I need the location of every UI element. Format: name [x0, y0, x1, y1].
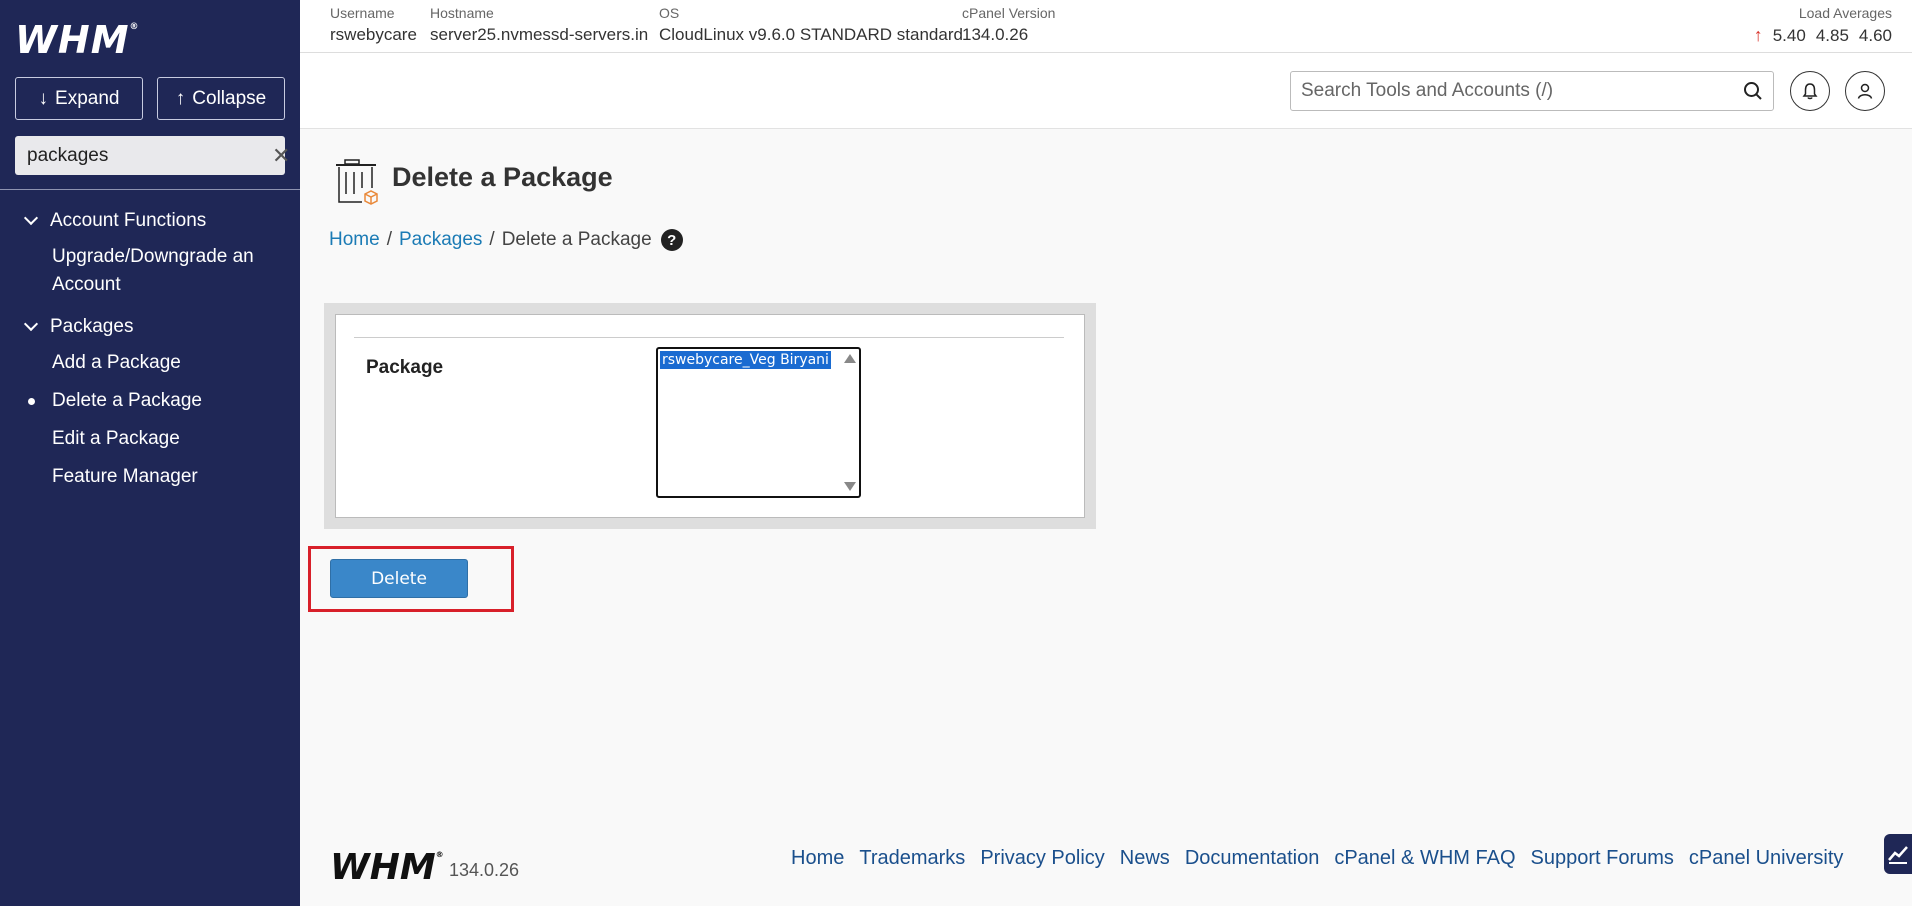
tools-search	[1290, 71, 1774, 111]
user-menu-button[interactable]	[1845, 71, 1885, 111]
logo-text: WHM	[15, 18, 130, 62]
hostname-info: Hostname server25.nvmessd-servers.in	[430, 5, 648, 45]
footer-link-privacy-policy[interactable]: Privacy Policy	[980, 847, 1104, 870]
footer-whm-logo: WHM®	[330, 847, 444, 888]
footer-link-faq[interactable]: cPanel & WHM FAQ	[1334, 847, 1515, 870]
sidebar-item-delete-package[interactable]: Delete a Package	[0, 382, 300, 420]
sidebar: WHM® ↓ Expand ↑ Collapse ✕ Account Funct…	[0, 0, 300, 906]
collapse-label: Collapse	[192, 87, 267, 109]
form-divider	[354, 337, 1064, 338]
whm-logo[interactable]: WHM®	[15, 18, 140, 62]
breadcrumb-home-link[interactable]: Home	[329, 229, 380, 251]
footer-link-support-forums[interactable]: Support Forums	[1531, 847, 1674, 870]
cpanel-version-label: cPanel Version	[962, 5, 1056, 21]
sidebar-item-feature-manager[interactable]: Feature Manager	[0, 458, 300, 496]
username-label: Username	[330, 5, 395, 21]
breadcrumb-current: Delete a Package	[501, 229, 652, 250]
delete-button[interactable]: Delete	[330, 559, 468, 598]
user-icon	[1857, 83, 1873, 99]
nav-group-label: Packages	[50, 316, 134, 337]
os-value: CloudLinux v9.6.0 STANDARD standard	[659, 25, 963, 44]
load-averages-info: Load Averages ↑ 5.40 4.85 4.60	[1754, 5, 1892, 46]
nav-group-packages[interactable]: Packages	[0, 310, 300, 344]
clear-icon[interactable]: ✕	[272, 143, 290, 169]
chevron-down-icon	[23, 210, 39, 226]
server-info-bar: Username rswebycare Hostname server25.nv…	[300, 0, 1912, 53]
sidebar-nav: Account Functions Upgrade/Downgrade an A…	[0, 198, 300, 496]
breadcrumb-separator: /	[489, 229, 495, 250]
trend-chart-icon	[1888, 846, 1908, 864]
sidebar-item-upgrade-downgrade[interactable]: Upgrade/Downgrade an Account	[0, 238, 300, 304]
package-select[interactable]: rswebycare_Veg Biryani	[656, 347, 861, 498]
hostname-label: Hostname	[430, 5, 494, 21]
breadcrumb-packages-link[interactable]: Packages	[399, 229, 482, 251]
collapse-button[interactable]: ↑ Collapse	[157, 77, 285, 120]
footer-links: Home Trademarks Privacy Policy News Docu…	[791, 847, 1843, 870]
expand-label: Expand	[55, 87, 120, 109]
sidebar-search: ✕	[15, 136, 290, 175]
footer-link-documentation[interactable]: Documentation	[1185, 847, 1320, 870]
footer-link-cpanel-university[interactable]: cPanel University	[1689, 847, 1844, 870]
nav-group-account-functions[interactable]: Account Functions	[0, 204, 300, 238]
os-label: OS	[659, 5, 680, 21]
expand-button[interactable]: ↓ Expand	[15, 77, 143, 120]
delete-package-form: Package rswebycare_Veg Biryani	[324, 303, 1096, 529]
arrow-down-icon: ↓	[38, 87, 49, 109]
username-info: Username rswebycare	[330, 5, 417, 45]
footer-link-trademarks[interactable]: Trademarks	[859, 847, 965, 870]
scroll-up-arrow-icon[interactable]	[844, 354, 856, 363]
hostname-value: server25.nvmessd-servers.in	[430, 25, 649, 44]
sidebar-item-add-package[interactable]: Add a Package	[0, 344, 300, 382]
trash-package-icon	[334, 158, 380, 211]
breadcrumb: Home / Packages / Delete a Package ?	[329, 229, 683, 251]
help-icon[interactable]: ?	[660, 229, 683, 251]
load-1min: 5.40	[1772, 25, 1806, 45]
package-label: Package	[366, 357, 444, 378]
form-panel: Package rswebycare_Veg Biryani	[335, 314, 1085, 518]
bell-icon	[1802, 83, 1818, 100]
sidebar-divider	[0, 189, 300, 190]
arrow-up-icon: ↑	[1753, 25, 1763, 45]
scroll-down-arrow-icon[interactable]	[844, 482, 856, 491]
load-15min: 4.60	[1858, 25, 1892, 45]
tools-search-input[interactable]	[1301, 80, 1743, 102]
cpanel-version-value: 134.0.26	[962, 25, 1029, 44]
notifications-button[interactable]	[1790, 71, 1830, 111]
footer-logo-text: WHM	[330, 847, 436, 888]
footer-version: 134.0.26	[449, 860, 520, 880]
page-title: Delete a Package	[392, 162, 613, 192]
analytics-widget-button[interactable]	[1884, 834, 1912, 874]
footer-link-news[interactable]: News	[1120, 847, 1170, 870]
sidebar-search-input[interactable]	[27, 144, 272, 167]
load-averages-label: Load Averages	[1798, 5, 1892, 21]
breadcrumb-separator: /	[386, 229, 392, 250]
package-option-selected[interactable]: rswebycare_Veg Biryani	[660, 351, 831, 369]
cpanel-version-info: cPanel Version 134.0.26	[962, 5, 1055, 45]
sidebar-item-edit-package[interactable]: Edit a Package	[0, 420, 300, 458]
username-value: rswebycare	[330, 25, 417, 44]
load-5min: 4.85	[1815, 25, 1849, 45]
nav-group-label: Account Functions	[50, 210, 207, 231]
chevron-down-icon	[23, 316, 39, 332]
top-search-bar	[300, 53, 1912, 129]
arrow-up-icon: ↑	[175, 87, 186, 109]
footer-link-home[interactable]: Home	[791, 847, 844, 870]
search-icon[interactable]	[1743, 81, 1763, 101]
os-info: OS CloudLinux v9.6.0 STANDARD standard	[659, 5, 963, 45]
